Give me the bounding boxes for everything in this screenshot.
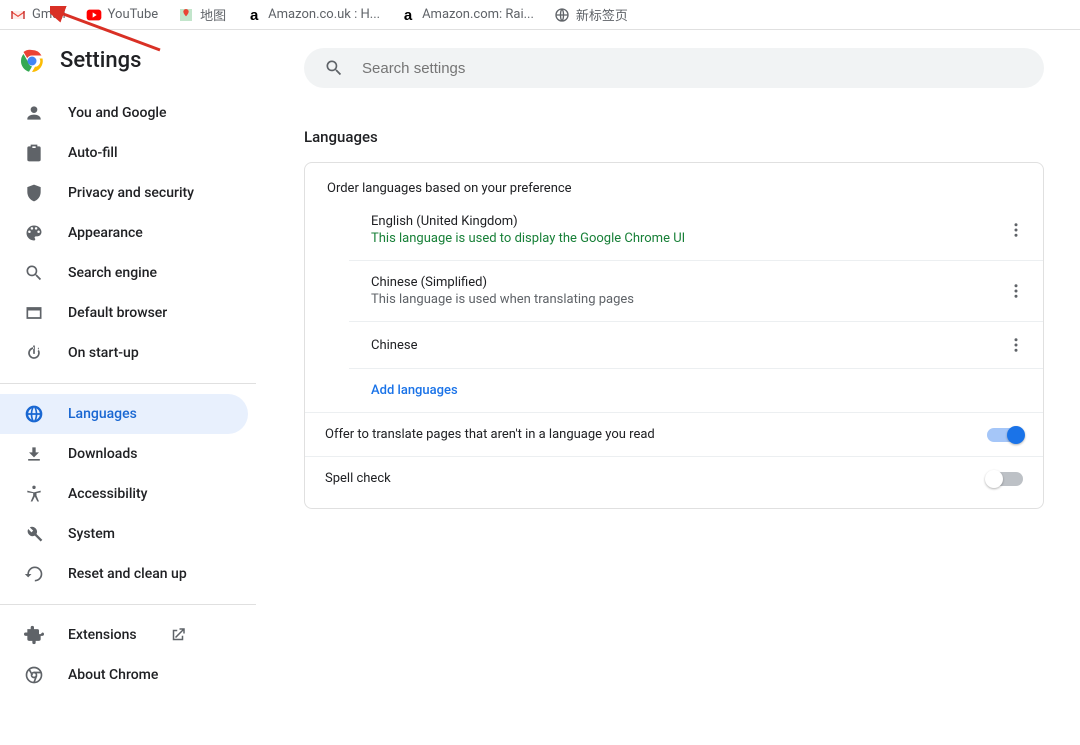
- globe-icon: [554, 7, 570, 23]
- open-external-icon: [169, 626, 187, 644]
- extension-icon: [24, 625, 44, 645]
- bookmark-amazonuk[interactable]: a Amazon.co.uk : H...: [246, 7, 380, 23]
- sidebar-item-appearance[interactable]: Appearance: [0, 213, 248, 253]
- languages-card: Order languages based on your preference…: [304, 162, 1044, 509]
- sidebar-separator: [0, 604, 256, 605]
- bookmark-label: YouTube: [108, 7, 159, 22]
- sidebar-item-autofill[interactable]: Auto-fill: [0, 133, 248, 173]
- person-icon: [24, 103, 44, 123]
- sidebar-item-default-browser[interactable]: Default browser: [0, 293, 248, 333]
- sidebar-item-accessibility[interactable]: Accessibility: [0, 474, 248, 514]
- sidebar: Settings You and Google Auto-fill Privac…: [0, 30, 256, 745]
- setting-label: Offer to translate pages that aren't in …: [325, 427, 655, 442]
- language-list: English (United Kingdom) This language i…: [349, 200, 1043, 412]
- sidebar-item-label: Appearance: [68, 225, 143, 241]
- amazon-icon: a: [246, 7, 262, 23]
- language-name: Chinese (Simplified): [371, 275, 634, 290]
- browser-icon: [24, 303, 44, 323]
- sidebar-item-you-and-google[interactable]: You and Google: [0, 93, 248, 133]
- sidebar-item-reset[interactable]: Reset and clean up: [0, 554, 248, 594]
- sidebar-item-languages[interactable]: Languages: [0, 394, 248, 434]
- search-icon: [24, 263, 44, 283]
- language-name: Chinese: [371, 338, 417, 353]
- bookmark-youtube[interactable]: YouTube: [86, 7, 159, 23]
- sidebar-item-label: Default browser: [68, 305, 167, 321]
- language-subtitle: This language is used to display the Goo…: [371, 231, 685, 246]
- sidebar-item-search-engine[interactable]: Search engine: [0, 253, 248, 293]
- bookmark-label: 新标签页: [576, 5, 628, 24]
- sidebar-item-startup[interactable]: On start-up: [0, 333, 248, 373]
- sidebar-item-about[interactable]: About Chrome: [0, 655, 248, 695]
- wrench-icon: [24, 524, 44, 544]
- palette-icon: [24, 223, 44, 243]
- globe-icon: [24, 404, 44, 424]
- language-name: English (United Kingdom): [371, 214, 685, 229]
- youtube-icon: [86, 7, 102, 23]
- main-content: Languages Order languages based on your …: [256, 30, 1080, 745]
- chrome-logo-icon: [20, 49, 44, 73]
- languages-card-header: Order languages based on your preference: [305, 171, 1043, 200]
- page-title: Settings: [60, 48, 141, 73]
- more-options-icon[interactable]: [1007, 282, 1025, 300]
- section-title-languages: Languages: [304, 128, 1044, 146]
- gmail-icon: [10, 7, 26, 23]
- bookmark-amazoncom[interactable]: a Amazon.com: Rai...: [400, 7, 534, 23]
- sidebar-item-label: You and Google: [68, 105, 166, 121]
- bookmark-label: Amazon.com: Rai...: [422, 7, 534, 22]
- search-settings[interactable]: [304, 48, 1044, 88]
- search-settings-input[interactable]: [360, 59, 1024, 78]
- bookmark-bar: Gmail YouTube 地图 a Amazon.co.uk : H... a…: [0, 0, 1080, 30]
- language-row: Chinese (Simplified) This language is us…: [349, 261, 1043, 322]
- sidebar-item-privacy[interactable]: Privacy and security: [0, 173, 248, 213]
- sidebar-item-label: Reset and clean up: [68, 566, 187, 582]
- sidebar-item-label: Accessibility: [68, 486, 147, 502]
- sidebar-item-label: System: [68, 526, 115, 542]
- bookmark-newtab[interactable]: 新标签页: [554, 5, 628, 24]
- sidebar-item-system[interactable]: System: [0, 514, 248, 554]
- add-languages-button[interactable]: Add languages: [349, 369, 1043, 412]
- more-options-icon[interactable]: [1007, 221, 1025, 239]
- clipboard-icon: [24, 143, 44, 163]
- maps-icon: [178, 7, 194, 23]
- power-icon: [24, 343, 44, 363]
- sidebar-item-extensions[interactable]: Extensions: [0, 615, 248, 655]
- setting-offer-translate: Offer to translate pages that aren't in …: [305, 412, 1043, 456]
- offer-translate-toggle[interactable]: [987, 428, 1023, 442]
- amazon-icon: a: [400, 7, 416, 23]
- sidebar-item-label: Extensions: [68, 627, 137, 643]
- language-row: Chinese: [349, 322, 1043, 369]
- sidebar-item-label: Downloads: [68, 446, 137, 462]
- shield-icon: [24, 183, 44, 203]
- sidebar-item-label: On start-up: [68, 345, 139, 361]
- sidebar-item-label: Privacy and security: [68, 185, 194, 201]
- search-icon: [324, 58, 344, 78]
- sidebar-separator: [0, 383, 256, 384]
- download-icon: [24, 444, 44, 464]
- accessibility-icon: [24, 484, 44, 504]
- setting-label: Spell check: [325, 471, 391, 486]
- more-options-icon[interactable]: [1007, 336, 1025, 354]
- bookmark-gmail[interactable]: Gmail: [10, 7, 66, 23]
- bookmark-label: 地图: [200, 5, 226, 24]
- chrome-outline-icon: [24, 665, 44, 685]
- app-title-bar: Settings: [0, 40, 256, 93]
- sidebar-item-label: About Chrome: [68, 667, 158, 683]
- restore-icon: [24, 564, 44, 584]
- spell-check-toggle[interactable]: [987, 472, 1023, 486]
- bookmark-label: Amazon.co.uk : H...: [268, 7, 380, 22]
- setting-spell-check: Spell check: [305, 456, 1043, 500]
- bookmark-maps[interactable]: 地图: [178, 5, 226, 24]
- language-subtitle: This language is used when translating p…: [371, 292, 634, 307]
- bookmark-label: Gmail: [32, 7, 66, 22]
- sidebar-item-downloads[interactable]: Downloads: [0, 434, 248, 474]
- language-row: English (United Kingdom) This language i…: [349, 200, 1043, 261]
- sidebar-item-label: Search engine: [68, 265, 157, 281]
- sidebar-item-label: Languages: [68, 406, 137, 422]
- sidebar-item-label: Auto-fill: [68, 145, 118, 161]
